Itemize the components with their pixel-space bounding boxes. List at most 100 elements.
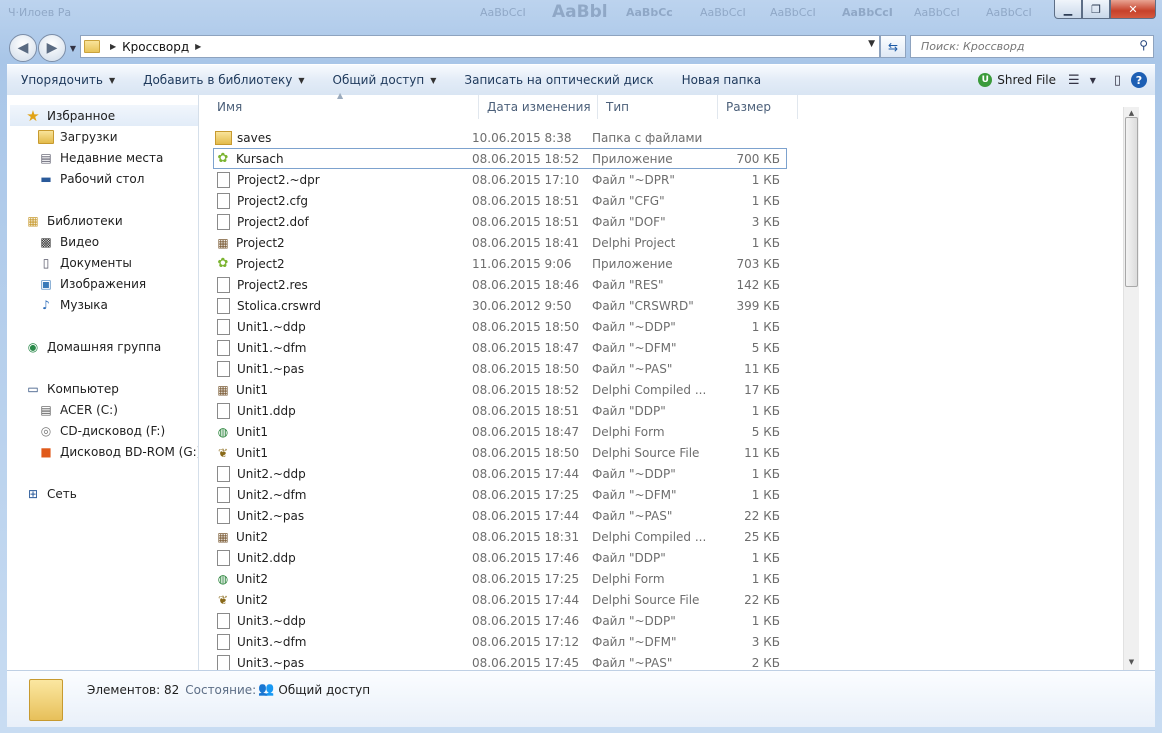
search-icon[interactable]: ⚲ xyxy=(1139,38,1148,52)
chevron-down-icon[interactable]: ▼ xyxy=(868,39,875,49)
table-row[interactable]: Unit1.ddp 08.06.2015 18:51 Файл "DDP" 1 КБ xyxy=(213,400,1133,421)
table-row[interactable]: ▦ Unit2 08.06.2015 18:31 Delphi Compiled ..… xyxy=(213,526,1133,547)
table-row[interactable]: Project2.dof 08.06.2015 18:51 Файл "DOF" 3 … xyxy=(213,211,1133,232)
column-header-date[interactable]: Дата изменения xyxy=(479,95,598,119)
state-value: Общий доступ xyxy=(278,682,371,697)
table-row[interactable]: ◍ Unit1 08.06.2015 18:47 Delphi Form 5 КБ xyxy=(213,421,1133,442)
nav-item-music[interactable]: ♪ Музыка xyxy=(7,294,108,315)
chevron-right-icon[interactable]: ▶ xyxy=(110,42,116,51)
recent-pages-dropdown[interactable]: ▼ xyxy=(67,34,79,62)
table-row[interactable]: ◍ Unit2 08.06.2015 17:25 Delphi Form 1 КБ xyxy=(213,568,1133,589)
forward-button[interactable]: ▶ xyxy=(38,34,66,62)
table-row[interactable]: Project2.cfg 08.06.2015 18:51 Файл "CFG" 1 … xyxy=(213,190,1133,211)
table-row[interactable]: saves 10.06.2015 8:38 Папка с файлами xyxy=(213,127,1133,148)
file-name-cell: ◍ Unit1 xyxy=(213,424,471,440)
column-header-size[interactable]: Размер xyxy=(718,95,798,119)
file-name: Unit1 xyxy=(236,382,269,397)
table-row[interactable]: ✿ Kursach 08.06.2015 18:52 Приложение 700 КБ xyxy=(213,148,787,169)
table-row[interactable]: Unit2.~dfm 08.06.2015 17:25 Файл "~DFM" 1 К… xyxy=(213,484,1133,505)
file-date: 08.06.2015 17:46 xyxy=(472,613,580,628)
table-row[interactable]: ▦ Project2 08.06.2015 18:41 Delphi Project 1… xyxy=(213,232,1133,253)
file-date: 08.06.2015 18:50 xyxy=(472,361,580,376)
table-row[interactable]: Unit1.~ddp 08.06.2015 18:50 Файл "~DDP" 1 К… xyxy=(213,316,1133,337)
file-icon xyxy=(217,549,230,566)
organize-button[interactable]: Упорядочить ▼ xyxy=(7,65,129,95)
address-bar[interactable]: ▶ Кроссворд ▶ ▼ xyxy=(80,35,880,58)
minimize-button[interactable]: ▁ xyxy=(1054,0,1082,19)
file-date: 08.06.2015 18:50 xyxy=(472,445,580,460)
burn-button[interactable]: Записать на оптический диск xyxy=(450,65,667,95)
breadcrumb-item[interactable]: Кроссворд xyxy=(122,40,189,54)
nav-item-recent[interactable]: ▤ Недавние места xyxy=(7,147,163,168)
nav-item-desktop[interactable]: ▬ Рабочий стол xyxy=(7,168,144,189)
close-icon: ✕ xyxy=(1128,2,1138,16)
nav-item-homegroup[interactable]: ◉ Домашняя группа xyxy=(7,336,162,357)
file-date: 08.06.2015 18:46 xyxy=(472,277,580,292)
table-row[interactable]: ❦ Unit1 08.06.2015 18:50 Delphi Source File… xyxy=(213,442,1133,463)
table-row[interactable]: Unit2.~pas 08.06.2015 17:44 Файл "~PAS" 22 … xyxy=(213,505,1133,526)
table-row[interactable]: Unit1.~pas 08.06.2015 18:50 Файл "~PAS" 11 … xyxy=(213,358,1133,379)
scrollbar-thumb[interactable] xyxy=(1125,117,1138,287)
column-headers: ▲ Имя Дата изменения Тип Размер xyxy=(199,91,798,119)
help-icon[interactable]: ? xyxy=(1131,72,1147,88)
sort-ascending-icon: ▲ xyxy=(337,91,344,100)
file-name: Unit1.~pas xyxy=(237,361,305,376)
table-row[interactable]: Project2.res 08.06.2015 18:46 Файл "RES" 14… xyxy=(213,274,1133,295)
nav-item-favorites[interactable]: ★ Избранное xyxy=(10,105,198,126)
table-row[interactable]: Stolica.crswrd 30.06.2012 9:50 Файл "CRSWR… xyxy=(213,295,1133,316)
file-type: Delphi Form xyxy=(592,424,665,439)
table-row[interactable]: Unit3.~ddp 08.06.2015 17:46 Файл "~DDP" 1 К… xyxy=(213,610,1133,631)
chevron-right-icon[interactable]: ▶ xyxy=(195,42,201,51)
nav-item-documents[interactable]: ▯ Документы xyxy=(7,252,132,273)
table-row[interactable]: Unit1.~dfm 08.06.2015 18:47 Файл "~DFM" 5 К… xyxy=(213,337,1133,358)
new-folder-button[interactable]: Новая папка xyxy=(668,65,775,95)
nav-item-downloads[interactable]: Загрузки xyxy=(7,126,118,147)
maximize-button[interactable]: ❐ xyxy=(1082,0,1110,19)
file-icon xyxy=(217,654,230,671)
file-name: Unit1.~dfm xyxy=(237,340,307,355)
search-box[interactable]: ⚲ xyxy=(910,35,1154,58)
nav-item-images[interactable]: ▣ Изображения xyxy=(7,273,146,294)
shred-file-button[interactable]: U Shred File xyxy=(978,73,1056,87)
nav-item-video[interactable]: ▩ Видео xyxy=(7,231,99,252)
view-options-icon[interactable]: ☰ xyxy=(1068,73,1080,88)
back-button[interactable]: ◀ xyxy=(9,34,37,62)
chevron-down-icon[interactable]: ▼ xyxy=(1090,76,1096,85)
table-row[interactable]: Project2.~dpr 08.06.2015 17:10 Файл "~DPR"… xyxy=(213,169,1133,190)
file-name: Project2.~dpr xyxy=(237,172,320,187)
table-row[interactable]: ▦ Unit1 08.06.2015 18:52 Delphi Compiled ..… xyxy=(213,379,1133,400)
preview-pane-icon[interactable]: ▯ xyxy=(1114,73,1121,88)
file-type: Файл "CFG" xyxy=(592,193,665,208)
file-type: Delphi Project xyxy=(592,235,676,250)
file-name: Project2 xyxy=(236,256,285,271)
refresh-button[interactable]: ⇆ xyxy=(880,35,906,58)
nav-item-libraries[interactable]: ▦ Библиотеки xyxy=(7,210,122,231)
nav-item-drive-c[interactable]: ▤ ACER (C:) xyxy=(7,399,118,420)
add-to-library-button[interactable]: Добавить в библиотеку ▼ xyxy=(129,65,318,95)
table-row[interactable]: Unit2.~ddp 08.06.2015 17:44 Файл "~DDP" 1 К… xyxy=(213,463,1133,484)
shared-users-icon: 👥 xyxy=(258,682,275,697)
nav-item-drive-f[interactable]: ◎ CD-дисковод (F:) xyxy=(7,420,165,441)
file-type: Папка с файлами xyxy=(592,130,703,145)
vertical-scrollbar[interactable]: ▲ ▼ xyxy=(1123,107,1139,670)
table-row[interactable]: Unit2.ddp 08.06.2015 17:46 Файл "DDP" 1 КБ xyxy=(213,547,1133,568)
nav-item-network[interactable]: ⊞ Сеть xyxy=(7,483,77,504)
nav-item-computer[interactable]: ▭ Компьютер xyxy=(7,378,119,399)
table-row[interactable]: ❦ Unit2 08.06.2015 17:44 Delphi Source File… xyxy=(213,589,1133,610)
close-button[interactable]: ✕ xyxy=(1110,0,1156,19)
file-type: Файл "DDP" xyxy=(592,403,666,418)
file-icon xyxy=(217,507,230,524)
column-header-type[interactable]: Тип xyxy=(598,95,718,119)
search-input[interactable] xyxy=(919,39,1133,54)
file-type: Файл "~DDP" xyxy=(592,319,676,334)
table-row[interactable]: Unit3.~dfm 08.06.2015 17:12 Файл "~DFM" 3 К… xyxy=(213,631,1133,652)
delphi-source-icon: ❦ xyxy=(217,445,229,460)
nav-item-drive-g[interactable]: ■ Дисковод BD-ROM (G:) O xyxy=(7,441,198,462)
file-date: 08.06.2015 18:51 xyxy=(472,403,580,418)
scroll-down-icon[interactable]: ▼ xyxy=(1124,658,1139,668)
table-row[interactable]: ✿ Project2 11.06.2015 9:06 Приложение 703 КБ xyxy=(213,253,1133,274)
column-header-name[interactable]: ▲ Имя xyxy=(199,91,479,119)
file-type: Приложение xyxy=(592,151,673,166)
nav-label: Рабочий стол xyxy=(60,171,145,186)
arrow-left-icon: ◀ xyxy=(17,40,29,56)
